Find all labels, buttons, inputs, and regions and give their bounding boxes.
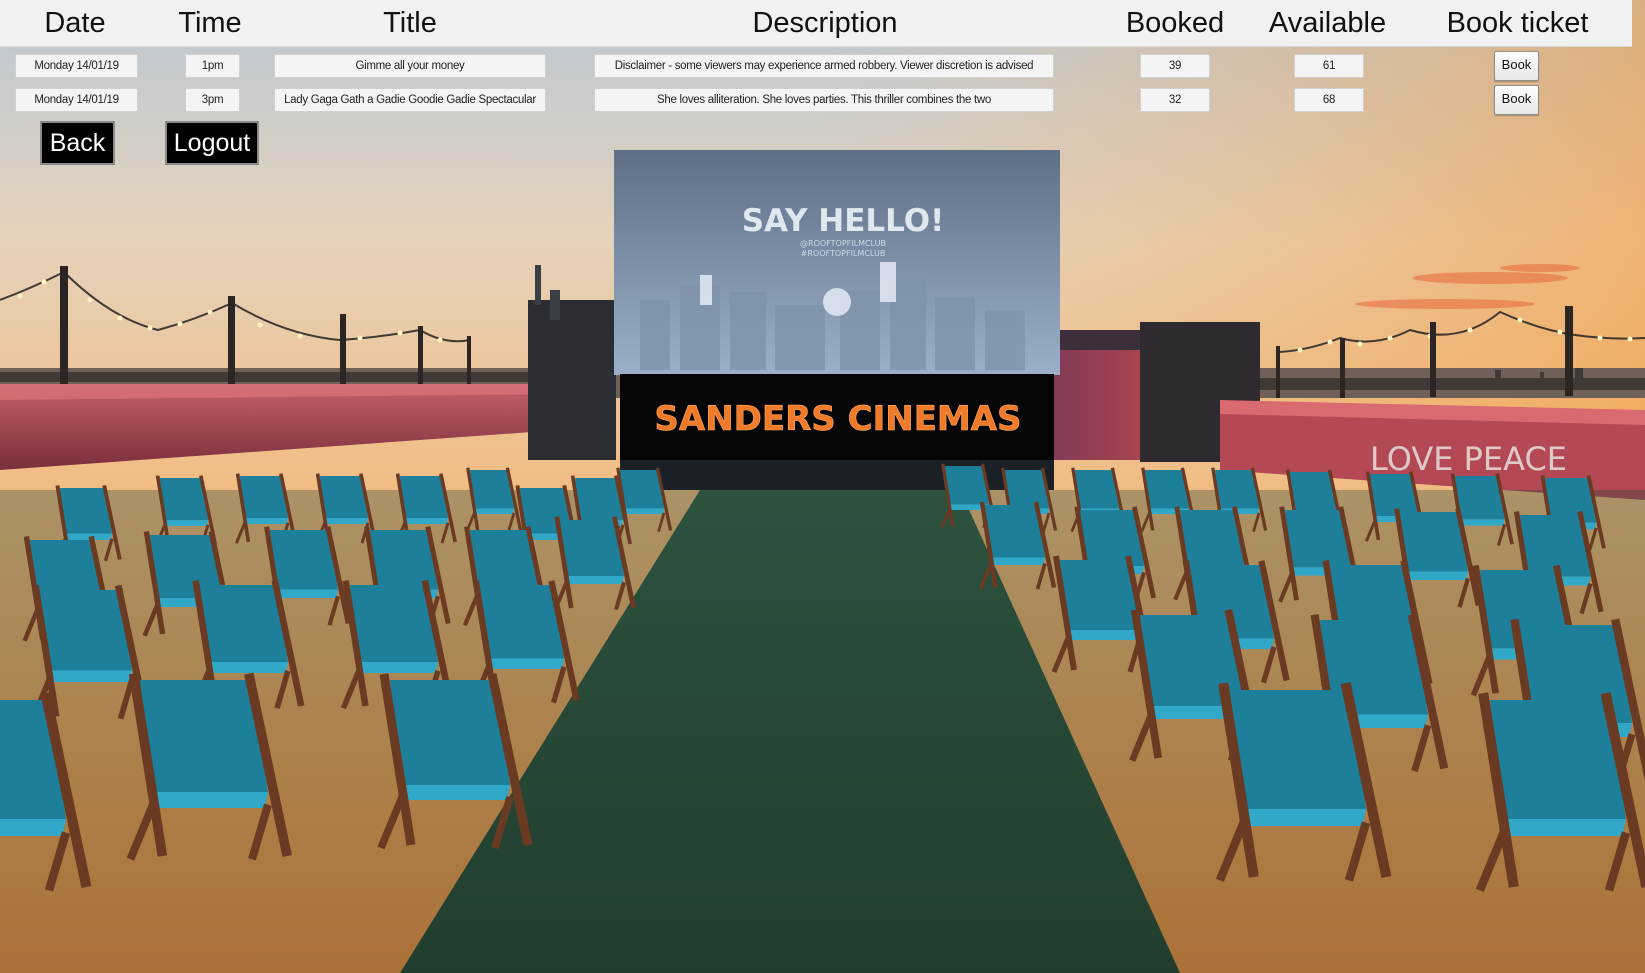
header-date: Date xyxy=(44,7,106,39)
screen-handles: @ROOFTOPFILMCLUB xyxy=(800,239,886,248)
screen-handles-2: #ROOFTOPFILMCLUB xyxy=(801,249,886,258)
table-header: Date Time Title Description Booked Avail… xyxy=(0,0,1632,47)
available-field[interactable]: 68 xyxy=(1294,88,1364,112)
date-field[interactable]: Monday 14/01/19 xyxy=(15,54,138,78)
title-field[interactable]: Gimme all your money xyxy=(274,54,546,78)
back-button[interactable]: Back xyxy=(40,121,115,165)
booked-field[interactable]: 39 xyxy=(1140,54,1210,78)
screen-title: SAY HELLO! xyxy=(742,203,945,239)
title-field[interactable]: Lady Gaga Gath a Gadie Goodie Gadie Spec… xyxy=(274,88,546,112)
header-book-ticket: Book ticket xyxy=(1446,7,1589,39)
time-field[interactable]: 1pm xyxy=(185,54,240,78)
available-field[interactable]: 61 xyxy=(1294,54,1364,78)
booked-field[interactable]: 32 xyxy=(1140,88,1210,112)
date-field[interactable]: Monday 14/01/19 xyxy=(15,88,138,112)
header-title: Title xyxy=(383,7,437,39)
header-available: Available xyxy=(1268,7,1387,39)
header-time: Time xyxy=(178,7,242,39)
description-field[interactable]: Disclaimer - some viewers may experience… xyxy=(594,54,1054,78)
wall-text: LOVE PEACE xyxy=(1370,440,1567,478)
header-description: Description xyxy=(752,7,898,39)
book-button[interactable]: Book xyxy=(1494,85,1539,115)
header-booked: Booked xyxy=(1125,7,1225,39)
logout-button[interactable]: Logout xyxy=(165,121,259,165)
sanders-cinemas-banner: SANDERS CINEMAS xyxy=(654,399,1021,439)
book-button[interactable]: Book xyxy=(1494,51,1539,81)
description-field[interactable]: She loves alliteration. She loves partie… xyxy=(594,88,1054,112)
time-field[interactable]: 3pm xyxy=(185,88,240,112)
